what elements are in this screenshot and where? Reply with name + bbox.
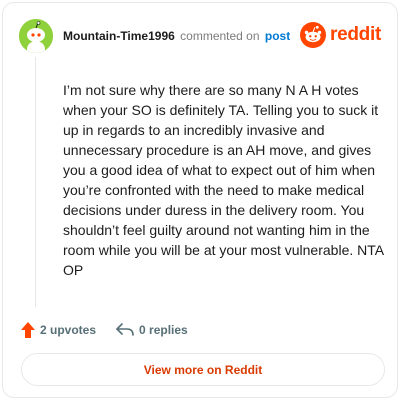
username-link[interactable]: Mountain-Time1996 bbox=[63, 29, 175, 43]
snoo-avatar-icon bbox=[19, 19, 53, 53]
reddit-brand[interactable]: reddit bbox=[300, 21, 381, 49]
avatar[interactable] bbox=[19, 19, 53, 53]
comment-header: Mountain-Time1996 commented on post redd… bbox=[19, 19, 381, 53]
comment-meta: Mountain-Time1996 commented on post bbox=[63, 29, 290, 43]
comment-body: I’m not sure why there are so many N A H… bbox=[63, 82, 384, 278]
post-link[interactable]: post bbox=[265, 29, 290, 43]
thread-line bbox=[35, 57, 36, 307]
reddit-snoo-icon bbox=[300, 22, 327, 48]
comment-card: Mountain-Time1996 commented on post redd… bbox=[2, 2, 398, 398]
comment-actions: 2 upvotes 0 replies bbox=[21, 319, 188, 341]
upvotes-count: 2 upvotes bbox=[40, 323, 97, 337]
upvote-arrow-icon bbox=[21, 322, 35, 338]
replies-button[interactable]: 0 replies bbox=[116, 323, 188, 337]
commented-on-text: commented on bbox=[180, 29, 260, 43]
view-more-button[interactable]: View more on Reddit bbox=[21, 353, 385, 386]
upvote-button[interactable]: 2 upvotes bbox=[21, 322, 96, 338]
reply-arrow-icon bbox=[116, 323, 134, 336]
reddit-wordmark: reddit bbox=[330, 24, 381, 45]
replies-count: 0 replies bbox=[139, 323, 188, 337]
